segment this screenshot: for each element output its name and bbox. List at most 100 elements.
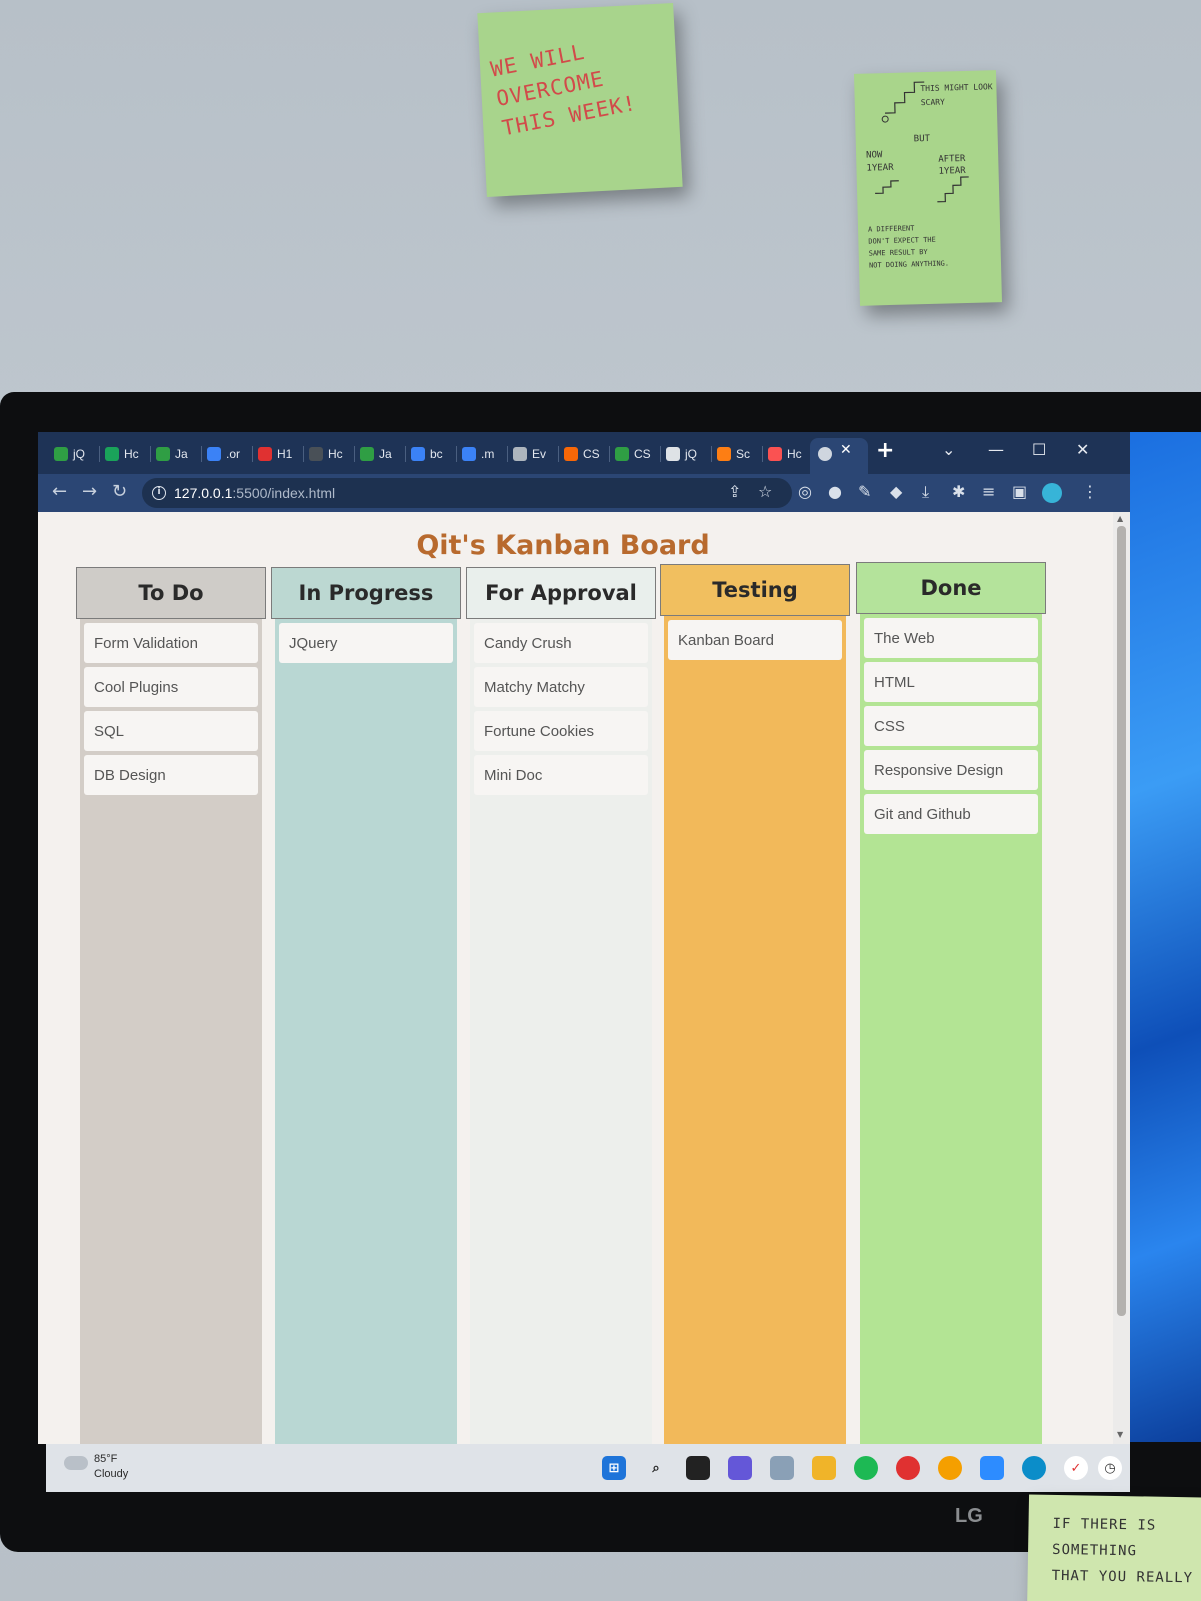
tab-separator: [354, 446, 355, 462]
kanban-card[interactable]: CSS: [864, 706, 1038, 746]
column-dropzone[interactable]: Kanban Board: [664, 616, 846, 1444]
extensions-puzzle-icon[interactable]: ✱: [952, 482, 965, 501]
tab-separator: [99, 446, 100, 462]
extension-pin-icon[interactable]: ◆: [890, 482, 902, 501]
kanban-card[interactable]: DB Design: [84, 755, 258, 795]
kanban-column: Form Validation Cool Plugins SQL DB Design T…: [76, 567, 266, 1444]
active-tab[interactable]: ✕: [810, 438, 868, 474]
kanban-card[interactable]: Cool Plugins: [84, 667, 258, 707]
kanban-card[interactable]: Kanban Board: [668, 620, 842, 660]
reload-icon[interactable]: ↻: [112, 481, 127, 502]
browser-tab[interactable]: .m: [462, 442, 494, 466]
browser-window: ✕ jQ Hc Ja .or H1 Hc Ja bc .m Ev CS CS jQ Sc Hc + ⌄ — …: [38, 432, 1130, 1444]
column-dropzone[interactable]: Candy Crush Matchy Matchy Fortune Cookies M…: [470, 619, 652, 1444]
download-icon[interactable]: ⤓: [922, 482, 929, 502]
browser-tab[interactable]: Ja: [360, 442, 392, 466]
browser-tab[interactable]: Ja: [156, 442, 188, 466]
extension-check-icon[interactable]: ◎: [798, 482, 812, 501]
wall-background: WE WILL OVERCOME THIS WEEK! THIS MIGHT L…: [0, 0, 1201, 395]
profile-avatar[interactable]: [1042, 483, 1062, 503]
todo-check-icon[interactable]: ✓: [1064, 1456, 1088, 1480]
browser-tab[interactable]: CS: [564, 442, 600, 466]
tab-separator: [303, 446, 304, 462]
extension-pen-icon[interactable]: ✎: [858, 482, 871, 501]
side-panel-icon[interactable]: ▣: [1012, 482, 1027, 501]
tab-label: CS: [634, 447, 651, 461]
kanban-card[interactable]: Matchy Matchy: [474, 667, 648, 707]
weather-widget[interactable]: 85°F Cloudy: [94, 1452, 128, 1482]
forward-icon[interactable]: →: [82, 481, 97, 502]
url-path: :5500/index.html: [232, 485, 336, 501]
kanban-card[interactable]: Form Validation: [84, 623, 258, 663]
chrome-icon[interactable]: [938, 1456, 962, 1480]
page-title: Qit's Kanban Board: [416, 530, 710, 561]
file-explorer-icon[interactable]: [812, 1456, 836, 1480]
menu-kebab-icon[interactable]: ⋮: [1082, 482, 1098, 501]
browser-tab[interactable]: Hc: [105, 442, 139, 466]
search-icon[interactable]: ⌕: [644, 1456, 668, 1480]
close-window-button[interactable]: ✕: [1076, 440, 1089, 459]
sticky-note-text: BUT: [913, 133, 931, 145]
sticky-note: WE WILL OVERCOME THIS WEEK!: [477, 2, 683, 198]
reading-list-icon[interactable]: ≡: [982, 482, 995, 501]
jq-icon: [666, 447, 680, 461]
kanban-card[interactable]: Responsive Design: [864, 750, 1038, 790]
column-header: Done: [856, 562, 1046, 614]
browser-tab[interactable]: Hc: [309, 442, 343, 466]
browser-tab[interactable]: .or: [207, 442, 240, 466]
kanban-card[interactable]: Git and Github: [864, 794, 1038, 834]
tab-search-chevron-icon[interactable]: ⌄: [942, 440, 955, 459]
windows-start-icon[interactable]: ⊞: [602, 1456, 626, 1480]
task-view-icon[interactable]: [686, 1456, 710, 1480]
kanban-card[interactable]: HTML: [864, 662, 1038, 702]
url-host: 127.0.0.1: [174, 485, 233, 501]
browser-tab[interactable]: Ev: [513, 442, 546, 466]
teams-chat-icon[interactable]: [728, 1456, 752, 1480]
kanban-card[interactable]: Candy Crush: [474, 623, 648, 663]
browser-tab[interactable]: Sc: [717, 442, 750, 466]
tab-label: Hc: [787, 447, 802, 461]
monitor-brand-logo: LG: [955, 1505, 983, 1527]
edge-icon[interactable]: [1022, 1456, 1046, 1480]
clock-app-icon[interactable]: ◷: [1098, 1456, 1122, 1480]
tab-separator: [660, 446, 661, 462]
browser-tab[interactable]: bc: [411, 442, 443, 466]
scroll-down-icon[interactable]: ▼: [1117, 1430, 1123, 1439]
browser-toolbar: ← → ↻ i 127.0.0.1:5500/index.html ⇪ ☆ ◎ …: [38, 474, 1130, 512]
scroll-up-icon[interactable]: ▲: [1117, 514, 1123, 523]
site-info-icon[interactable]: i: [152, 486, 166, 500]
column-dropzone[interactable]: The Web HTML CSS Responsive Design Git and G…: [860, 614, 1042, 1444]
kanban-card[interactable]: SQL: [84, 711, 258, 751]
extension-drop-icon[interactable]: ●: [828, 482, 842, 501]
browser-tab[interactable]: jQ: [666, 442, 697, 466]
kanban-card[interactable]: JQuery: [279, 623, 453, 663]
kanban-card[interactable]: Mini Doc: [474, 755, 648, 795]
share-icon[interactable]: ⇪: [728, 482, 741, 501]
kanban-card[interactable]: Fortune Cookies: [474, 711, 648, 751]
spotify-icon[interactable]: [854, 1456, 878, 1480]
maximize-button[interactable]: ☐: [1032, 440, 1046, 459]
performance-monitor-icon[interactable]: [770, 1456, 794, 1480]
browser-tab[interactable]: CS: [615, 442, 651, 466]
column-dropzone[interactable]: Form Validation Cool Plugins SQL DB Design: [80, 619, 262, 1444]
browser-tab[interactable]: jQ: [54, 442, 85, 466]
wave-icon: [411, 447, 425, 461]
close-tab-icon[interactable]: ✕: [840, 442, 852, 458]
address-bar[interactable]: i 127.0.0.1:5500/index.html: [142, 478, 792, 508]
browser-tab[interactable]: Hc: [768, 442, 802, 466]
red-app-icon[interactable]: [896, 1456, 920, 1480]
back-icon[interactable]: ←: [52, 481, 67, 502]
scrollbar-thumb[interactable]: [1117, 526, 1126, 1316]
column-dropzone[interactable]: JQuery: [275, 619, 457, 1444]
tab-label: CS: [583, 447, 600, 461]
kanban-card[interactable]: The Web: [864, 618, 1038, 658]
minimize-button[interactable]: —: [988, 440, 1004, 459]
browser-tab[interactable]: H1: [258, 442, 292, 466]
temperature: 85°F: [94, 1453, 118, 1465]
page-scrollbar[interactable]: ▲ ▼: [1113, 512, 1130, 1444]
kanban-column: JQuery In Progress: [271, 567, 461, 1444]
zoom-icon[interactable]: [980, 1456, 1004, 1480]
new-tab-button[interactable]: +: [876, 438, 894, 463]
bookmark-star-icon[interactable]: ☆: [758, 482, 772, 501]
d-icon: [258, 447, 272, 461]
